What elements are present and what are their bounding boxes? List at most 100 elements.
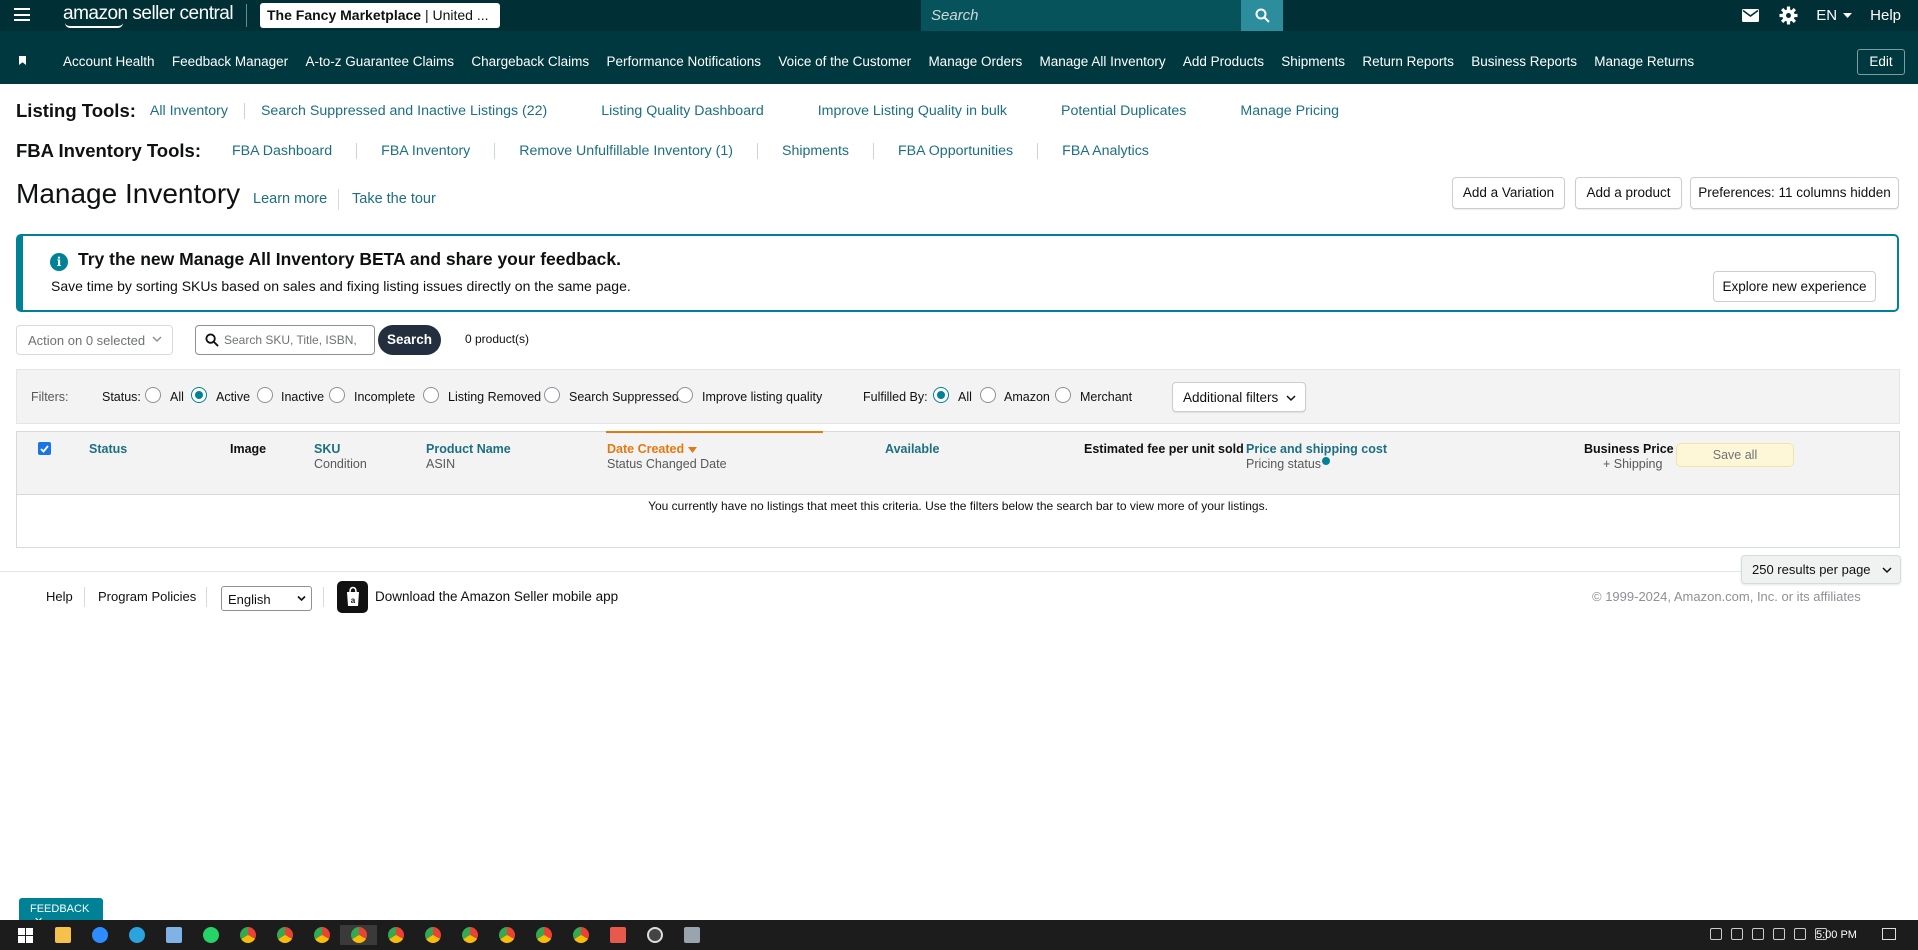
status-radio-all[interactable] (145, 387, 161, 403)
fulfilled-radio-amazon[interactable] (980, 387, 996, 403)
col-price-shipping[interactable]: Price and shipping cost (1246, 442, 1387, 456)
chrome-icon[interactable] (451, 925, 488, 945)
nav-item-manage-all-inventory[interactable]: Manage All Inventory (1040, 54, 1166, 69)
link-fba-analytics[interactable]: FBA Analytics (1037, 143, 1165, 159)
notepad-icon[interactable] (155, 925, 192, 945)
additional-filters-button[interactable]: Additional filters (1172, 382, 1306, 412)
nav-item-a-to-z-claims[interactable]: A-to-z Guarantee Claims (305, 54, 454, 69)
status-radio-improve-quality[interactable] (677, 387, 693, 403)
nav-item-account-health[interactable]: Account Health (63, 54, 155, 69)
col-available[interactable]: Available (885, 442, 939, 456)
seller-app-icon[interactable]: a (337, 581, 368, 613)
chrome-icon[interactable] (562, 925, 599, 945)
whatsapp-icon[interactable] (192, 925, 229, 945)
notifications-icon[interactable] (1882, 928, 1896, 940)
nav-item-return-reports[interactable]: Return Reports (1362, 54, 1454, 69)
volume-icon[interactable] (1794, 928, 1806, 940)
results-per-page-select[interactable]: 250 results per page (1741, 555, 1901, 584)
nav-item-feedback-manager[interactable]: Feedback Manager (172, 54, 288, 69)
nav-item-voice-of-customer[interactable]: Voice of the Customer (778, 54, 911, 69)
system-tray[interactable] (1710, 928, 1827, 940)
bulk-action-select[interactable]: Action on 0 selected (16, 325, 173, 355)
nav-item-shipments[interactable]: Shipments (1281, 54, 1345, 69)
chrome-icon[interactable] (525, 925, 562, 945)
save-all-button[interactable]: Save all (1676, 443, 1794, 467)
sku-search-box[interactable] (195, 325, 375, 355)
add-variation-button[interactable]: Add a Variation (1452, 177, 1565, 209)
learn-more-link[interactable]: Learn more (253, 191, 327, 207)
global-search[interactable]: Search (921, 0, 1283, 31)
link-improve-listing-quality[interactable]: Improve Listing Quality in bulk (802, 103, 1045, 119)
mail-icon[interactable] (1740, 6, 1760, 26)
help-link[interactable]: Help (1870, 7, 1901, 24)
status-radio-inactive[interactable] (257, 387, 273, 403)
col-status[interactable]: Status (89, 442, 127, 456)
link-remove-unfulfillable[interactable]: Remove Unfulfillable Inventory (1) (494, 143, 757, 159)
add-product-button[interactable]: Add a product (1575, 177, 1682, 209)
sku-search-input[interactable] (224, 331, 372, 349)
app-icon[interactable] (599, 925, 636, 945)
gear-icon[interactable] (1778, 6, 1798, 26)
chrome-icon[interactable] (303, 925, 340, 945)
link-listing-quality-dashboard[interactable]: Listing Quality Dashboard (585, 103, 801, 119)
status-radio-incomplete[interactable] (329, 387, 345, 403)
chrome-icon[interactable] (488, 925, 525, 945)
link-manage-pricing[interactable]: Manage Pricing (1224, 103, 1355, 119)
link-potential-duplicates[interactable]: Potential Duplicates (1045, 103, 1224, 119)
bookmark-icon[interactable] (19, 56, 26, 65)
link-fba-inventory[interactable]: FBA Inventory (356, 143, 494, 159)
info-icon[interactable] (1322, 457, 1331, 465)
nav-item-manage-returns[interactable]: Manage Returns (1594, 54, 1694, 69)
fulfilled-radio-merchant[interactable] (1055, 387, 1071, 403)
nav-item-business-reports[interactable]: Business Reports (1471, 54, 1577, 69)
col-date-created[interactable]: Date Created (607, 442, 697, 456)
chrome-icon[interactable] (266, 925, 303, 945)
status-radio-listing-removed[interactable] (423, 387, 439, 403)
search-button[interactable]: Search (378, 325, 441, 355)
app-icon[interactable] (636, 925, 673, 945)
file-explorer-icon[interactable] (44, 925, 81, 945)
link-all-inventory[interactable]: All Inventory (150, 103, 244, 119)
telegram-icon[interactable] (118, 925, 155, 945)
fulfilled-radio-all[interactable] (933, 387, 949, 403)
chrome-icon[interactable] (229, 925, 266, 945)
nav-item-manage-orders[interactable]: Manage Orders (928, 54, 1022, 69)
calculator-icon[interactable] (673, 925, 710, 945)
tray-icon[interactable] (1731, 928, 1743, 940)
col-product-name[interactable]: Product Name (426, 442, 511, 456)
chrome-icon[interactable] (377, 925, 414, 945)
explore-new-experience-button[interactable]: Explore new experience (1713, 271, 1876, 302)
search-icon[interactable] (1241, 0, 1283, 31)
network-icon[interactable] (1752, 928, 1764, 940)
download-app-link[interactable]: Download the Amazon Seller mobile app (375, 589, 618, 604)
hamburger-menu-icon[interactable] (14, 8, 30, 21)
select-all-checkbox[interactable] (38, 442, 51, 455)
chrome-icon[interactable] (414, 925, 451, 945)
footer-language-select[interactable]: English (221, 586, 312, 611)
take-tour-link[interactable]: Take the tour (352, 191, 436, 207)
chevron-up-icon[interactable] (1710, 928, 1722, 940)
amazon-seller-central-logo[interactable]: amazon seller central (63, 3, 234, 25)
clock[interactable]: 5:00 PM (1816, 929, 1857, 941)
nav-item-add-products[interactable]: Add Products (1183, 54, 1264, 69)
status-radio-active[interactable] (191, 387, 207, 403)
feedback-tab[interactable]: FEEDBACK ✕ (19, 898, 103, 928)
windows-start-icon[interactable] (7, 925, 44, 945)
link-fba-opportunities[interactable]: FBA Opportunities (873, 143, 1037, 159)
keyboard-icon[interactable] (1773, 928, 1785, 940)
global-search-input[interactable]: Search (921, 0, 1241, 31)
edit-nav-button[interactable]: Edit (1857, 49, 1905, 75)
marketplace-switcher[interactable]: The Fancy Marketplace | United ... (260, 3, 500, 28)
col-sku[interactable]: SKU (314, 442, 340, 456)
preferences-button[interactable]: Preferences: 11 columns hidden (1690, 177, 1899, 209)
nav-item-chargeback-claims[interactable]: Chargeback Claims (471, 54, 589, 69)
footer-policies-link[interactable]: Program Policies (98, 589, 196, 604)
link-suppressed-listings[interactable]: Search Suppressed and Inactive Listings … (243, 103, 585, 119)
nav-item-performance-notifications[interactable]: Performance Notifications (606, 54, 761, 69)
zoom-icon[interactable] (81, 925, 118, 945)
language-selector[interactable]: EN (1816, 7, 1853, 24)
link-fba-shipments[interactable]: Shipments (756, 143, 873, 159)
status-radio-search-suppressed[interactable] (544, 387, 560, 403)
chrome-icon[interactable] (340, 925, 377, 945)
link-fba-dashboard[interactable]: FBA Dashboard (232, 143, 356, 159)
